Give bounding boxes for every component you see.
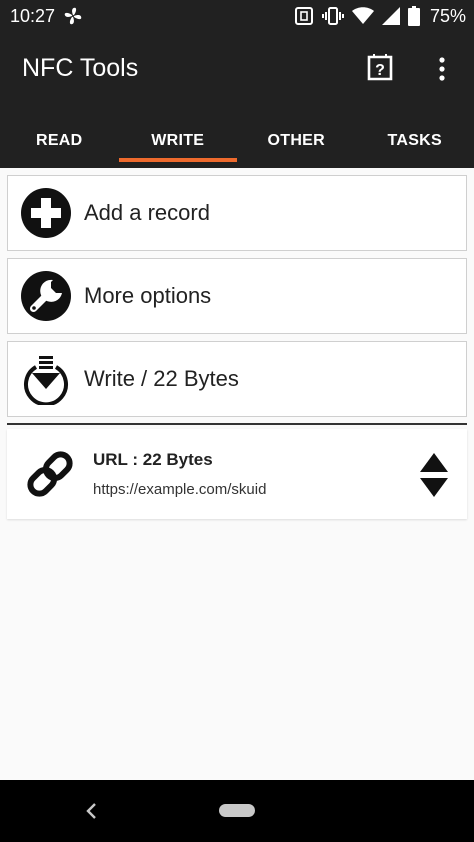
svg-text:?: ? (375, 62, 385, 79)
tab-tasks[interactable]: TASKS (356, 114, 474, 168)
tab-other[interactable]: OTHER (237, 114, 356, 168)
add-record-button[interactable]: Add a record (7, 175, 467, 251)
tab-bar: READ WRITE OTHER TASKS (0, 114, 474, 168)
write-label: Write / 22 Bytes (84, 366, 239, 391)
status-icons: 75% (294, 0, 466, 32)
tab-label: OTHER (267, 132, 325, 149)
wrench-icon (21, 271, 71, 321)
record-item-url[interactable]: URL : 22 Bytes https://example.com/skuid (7, 429, 467, 519)
reorder-handle-icon[interactable] (419, 453, 449, 497)
add-record-label: Add a record (84, 200, 210, 225)
more-options-button[interactable]: More options (7, 258, 467, 334)
battery-level: 75% (429, 5, 466, 26)
tab-label: TASKS (387, 132, 443, 149)
status-time: 10:27 (10, 6, 56, 26)
fan-icon (64, 7, 82, 25)
system-nav-bar (0, 780, 474, 842)
add-circle-icon (21, 188, 71, 238)
tab-label: READ (35, 132, 83, 149)
tab-read[interactable]: READ (0, 114, 119, 168)
write-button[interactable]: Write / 22 Bytes (7, 341, 467, 417)
tab-write[interactable]: WRITE (118, 114, 237, 168)
back-icon[interactable] (84, 800, 98, 822)
active-tab-indicator (118, 158, 237, 162)
record-title: URL : 22 Bytes (93, 450, 213, 469)
home-pill-button[interactable] (219, 804, 255, 817)
overflow-menu-icon[interactable] (432, 54, 452, 84)
status-bar: 10:27 75% (0, 0, 474, 32)
signal-icon (381, 7, 400, 25)
app-bar: NFC Tools ? READ WRITE OTHER TASKS (0, 32, 474, 168)
help-icon[interactable]: ? (366, 54, 394, 84)
records-divider (7, 423, 467, 425)
link-icon (27, 451, 73, 497)
more-options-label: More options (84, 283, 212, 308)
app-title: NFC Tools (22, 54, 139, 82)
record-value: https://example.com/skuid (93, 481, 267, 498)
wifi-icon (351, 7, 374, 24)
nfc-icon (294, 7, 313, 25)
write-download-icon (24, 356, 68, 405)
tab-label: WRITE (151, 132, 205, 149)
battery-icon (407, 6, 420, 26)
vibrate-icon (321, 7, 344, 25)
write-panel: Add a record More options Write / 22 Byt… (0, 168, 474, 780)
